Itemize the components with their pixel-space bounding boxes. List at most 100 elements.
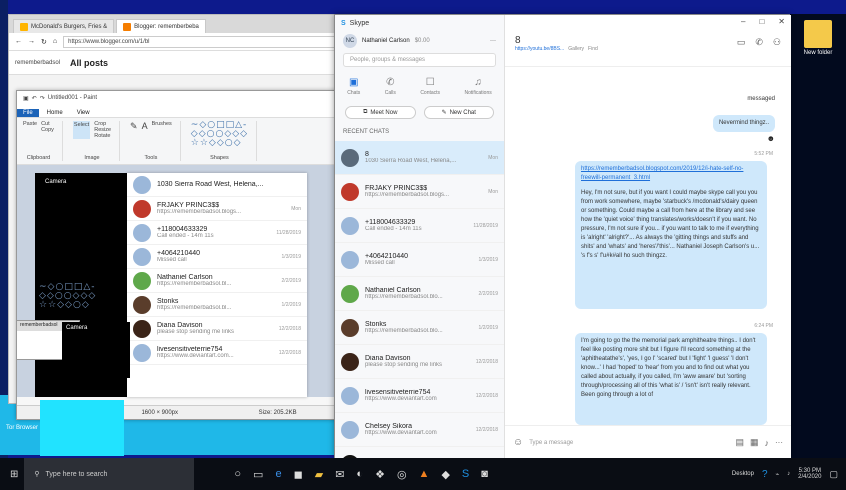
shapes-label: Shapes: [210, 155, 229, 161]
chat-list-item[interactable]: Stonks https://rememberbadsol.blo... 1/2/2…: [335, 311, 504, 345]
chat-list-item[interactable]: Diana Davison please stop sending me link…: [335, 345, 504, 379]
gallery-link[interactable]: Gallery: [568, 46, 584, 52]
brushes-button[interactable]: Brushes: [152, 121, 172, 132]
desktop-toolbar[interactable]: Desktop: [732, 471, 754, 477]
maximize-icon[interactable]: □: [759, 17, 764, 26]
chat-list-item[interactable]: Nathaniel Carlson https://rememberbadsol.…: [127, 269, 307, 293]
forward-icon[interactable]: →: [28, 38, 35, 45]
app3-icon[interactable]: ◎: [397, 468, 407, 481]
chat-list-item[interactable]: FRJAKY PRINC3$$ https://rememberbadsol.bl…: [127, 197, 307, 221]
message-input[interactable]: Type a message: [529, 440, 729, 446]
nav-chats[interactable]: ▣ Chats: [347, 77, 360, 96]
video-call-icon[interactable]: ▭: [737, 37, 746, 48]
edge-icon[interactable]: e: [275, 468, 281, 481]
meet-now-button[interactable]: ⧉ Meet Now: [345, 106, 416, 119]
contacts-card-icon[interactable]: ▦: [750, 437, 759, 448]
find-link[interactable]: Find: [588, 46, 598, 52]
chat-list-item[interactable]: 1030 Sierra Road West, Helena,...: [127, 173, 307, 197]
chat-list-item[interactable]: Nathaniel Carlson https://rememberbadsol.…: [335, 277, 504, 311]
explorer-icon[interactable]: ▰: [315, 468, 323, 481]
chat-list-item[interactable]: +4064210440 Missed call 1/3/2019: [335, 243, 504, 277]
home-icon[interactable]: ⌂: [53, 38, 57, 45]
skype-search-input[interactable]: People, groups & messages: [343, 53, 496, 67]
new-folder-icon[interactable]: [804, 20, 832, 48]
start-icon[interactable]: ⊞: [10, 469, 18, 480]
window-controls: – □ ✕: [741, 17, 785, 26]
nav-calls[interactable]: ✆ Calls: [385, 77, 396, 96]
chat-list-item[interactable]: livesensitiveterrie754 https://www.devian…: [335, 379, 504, 413]
chat-list-item[interactable]: +4064210440 Missed call 1/3/2019: [127, 245, 307, 269]
status-file-size: Size: 205.2KB: [258, 409, 297, 416]
rotate-button[interactable]: Rotate: [94, 133, 111, 139]
recent-chats-label[interactable]: RECENT CHATS: [335, 123, 504, 141]
chat-list-item[interactable]: Stonks https://rememberbadsol.bl... 1/2/20…: [127, 293, 307, 317]
close-icon[interactable]: ✕: [778, 17, 785, 26]
chat-preview: https://rememberbadsol.bl...: [157, 305, 232, 311]
address-input[interactable]: https://www.blogger.com/u/1/bl: [63, 35, 341, 48]
mic-icon[interactable]: ♪: [765, 438, 770, 448]
refresh-icon[interactable]: ↻: [41, 38, 47, 46]
phone-icon: ✆: [386, 77, 395, 88]
shapes-gallery[interactable]: ~◇○□□△- ◇◇○○◇◇◇ ☆☆◇◇○◇: [191, 121, 248, 148]
desktop-right: New folder: [790, 14, 846, 458]
new-chat-button[interactable]: ✎ New Chat: [423, 106, 494, 119]
select-button[interactable]: Select: [72, 121, 91, 139]
app-icon[interactable]: ◐: [356, 468, 363, 481]
camera-icon[interactable]: ◙: [481, 468, 488, 481]
reaction-icon[interactable]: ☻: [767, 134, 775, 143]
minimize-icon[interactable]: –: [741, 17, 745, 26]
back-icon[interactable]: ←: [15, 38, 22, 45]
chat-list-item[interactable]: Chelsey Sikora https://www.deviantart.com…: [335, 413, 504, 447]
chat-preview: https://rememberbadsol.bl...: [157, 281, 232, 287]
mail-icon[interactable]: ✉: [335, 468, 344, 481]
paint-menu-home[interactable]: Home: [41, 109, 69, 117]
store-icon[interactable]: ◼: [294, 468, 303, 481]
task-view-icon[interactable]: ▭: [253, 468, 263, 481]
paint-menu-file[interactable]: File: [17, 109, 39, 117]
paint-redo-icon[interactable]: ↷: [40, 95, 45, 102]
network-icon[interactable]: ⌁: [776, 471, 780, 478]
nav-notifications[interactable]: ♫ Notifications: [465, 77, 492, 96]
chat-list-item[interactable]: livesensitiveterrie754 https://www.devian…: [127, 341, 307, 365]
text-icon[interactable]: A: [142, 121, 148, 132]
copy-button[interactable]: Copy: [41, 127, 54, 133]
tor-browser-label[interactable]: Tor Browser: [6, 425, 38, 431]
skype-profile[interactable]: NC Nathaniel Carlson $0.00 ···: [335, 31, 504, 51]
vlc-icon[interactable]: ▲: [419, 468, 430, 481]
message-link[interactable]: https://rememberbadsol.blogspot.com/2019…: [581, 165, 761, 183]
cortana-icon[interactable]: ○: [234, 468, 241, 481]
chat-preview: https://rememberbadsol.blogs...: [157, 209, 242, 215]
app2-icon[interactable]: ❖: [375, 468, 385, 481]
profile-avatar[interactable]: NC: [343, 34, 357, 48]
audio-call-icon[interactable]: ✆: [755, 37, 763, 48]
pencil-icon[interactable]: ✎: [130, 121, 138, 132]
chat-name: Stonks: [365, 321, 387, 328]
blog-name[interactable]: rememberbadsol: [15, 60, 60, 66]
app4-icon[interactable]: ◆: [441, 468, 449, 481]
chat-list-item[interactable]: +118004633329 Call ended - 14m 11s 11/28/2…: [127, 221, 307, 245]
clock[interactable]: 5:30 PM 2/4/2020: [798, 468, 821, 480]
notification-icon[interactable]: ▢: [829, 469, 838, 480]
emoji-icon[interactable]: ☺: [513, 437, 523, 448]
chat-list-item[interactable]: 8 1030 Sierra Road West, Helena,... Mon: [335, 141, 504, 175]
help-icon[interactable]: ?: [762, 469, 768, 480]
paint-save-icon[interactable]: ▣: [23, 95, 29, 102]
file-icon[interactable]: ▤: [735, 437, 744, 448]
add-people-icon[interactable]: ⚇: [773, 37, 781, 48]
taskbar-search[interactable]: ⚲ Type here to search: [24, 458, 195, 490]
browser-tab-mcdonalds[interactable]: McDonald's Burgers, Fries &: [13, 19, 115, 33]
more-options-icon[interactable]: ···: [775, 438, 783, 447]
skype-taskbar-icon[interactable]: S: [462, 468, 469, 481]
more-icon[interactable]: ···: [490, 38, 496, 44]
browser-tab-blogger[interactable]: Blogger: rememberbeba: [116, 19, 206, 33]
chat-list-item[interactable]: Diana Davison please stop sending me link…: [127, 317, 307, 341]
chat-list-item[interactable]: +118004633329 Call ended - 14m 11s 11/28/2…: [335, 209, 504, 243]
chat-list-item[interactable]: FRJAKY PRINC3$$ https://rememberbadsol.bl…: [335, 175, 504, 209]
chat-text: FRJAKY PRINC3$$ https://rememberbadsol.bl…: [365, 185, 482, 198]
nav-contacts[interactable]: ☐ Contacts: [420, 77, 440, 96]
paint-undo-icon[interactable]: ↶: [32, 95, 37, 102]
conversation-link[interactable]: https://youtu.be/8BS...: [515, 46, 564, 52]
paste-button[interactable]: Paste: [23, 121, 37, 133]
paint-menu-view[interactable]: View: [71, 109, 96, 117]
volume-icon[interactable]: ♪: [787, 471, 790, 477]
